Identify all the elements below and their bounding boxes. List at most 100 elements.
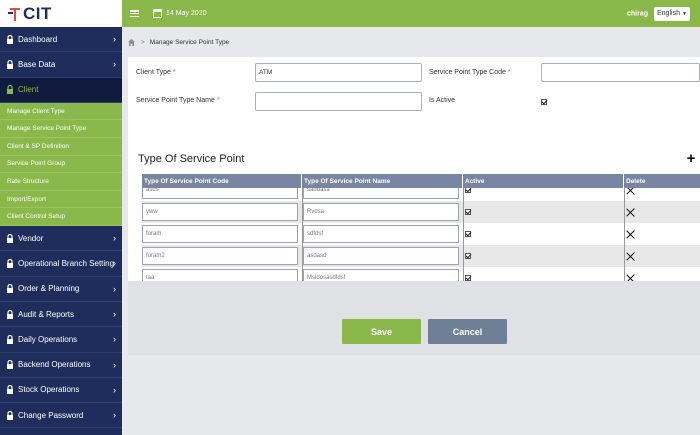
delete-icon[interactable]: [626, 230, 635, 239]
client-type-label: Client Type *: [136, 69, 176, 76]
sidebar-subitem-client-sp-definition[interactable]: Client & SP Definition: [0, 138, 122, 156]
client-type-label-text: Client Type: [136, 69, 171, 76]
sidebar-item-label: Backend Operations: [18, 360, 91, 370]
row-code-value: yww: [146, 209, 158, 215]
sp-type-code-label: Service Point Type Code *: [429, 69, 511, 76]
logo-text: CIT: [23, 3, 52, 23]
row-active-checkbox[interactable]: [465, 253, 471, 259]
home-icon[interactable]: [128, 38, 135, 46]
lock-icon: [7, 334, 13, 344]
sidebar-item-daily-operations[interactable]: Daily Operations ›: [0, 327, 122, 353]
table-row: foram sdfdsf: [142, 223, 700, 245]
lock-icon: [7, 309, 13, 319]
sidebar-item-dashboard[interactable]: Dashboard ›: [0, 27, 122, 53]
lock-icon: [7, 284, 13, 294]
sidebar-subitem-manage-client-type[interactable]: Manage Client Type: [0, 102, 122, 121]
row-name-value: asdasd: [307, 253, 327, 259]
delete-icon[interactable]: [626, 252, 635, 261]
sidebar-item-label: Stock Operations: [18, 385, 80, 395]
row-name-value: Rvdsa: [307, 209, 325, 215]
sidebar-subitem-client-control-setup[interactable]: Client Control Setup: [0, 208, 122, 227]
sidebar-subitem-manage-service-point-type[interactable]: Manage Service Point Type: [0, 120, 122, 139]
required-mark: *: [507, 69, 511, 76]
client-type-field[interactable]: ATM: [255, 63, 422, 82]
sidebar-item-stock-operations[interactable]: Stock Operations ›: [0, 378, 122, 404]
chevron-right-icon: ›: [113, 410, 116, 421]
row-code-input[interactable]: yww: [142, 203, 298, 221]
dropdown-arrow-icon: ▼: [682, 10, 687, 17]
sp-type-code-field[interactable]: [541, 63, 700, 82]
row-code-value: foram2: [146, 253, 165, 259]
sidebar-subitem-service-point-group[interactable]: Service Point Group: [0, 155, 122, 174]
breadcrumb-current: Manage Service Point Type: [149, 38, 230, 46]
row-code-value: foram: [146, 231, 162, 237]
row-name-input[interactable]: sdfdsf: [303, 225, 459, 243]
sidebar-item-vendor[interactable]: Vendor ›: [0, 226, 122, 252]
lock-icon: [7, 258, 13, 268]
sidebar-item-label: Change Password: [18, 410, 84, 420]
save-button[interactable]: Save: [342, 319, 421, 344]
sidebar-subitem-import-export[interactable]: Import/Export: [0, 190, 122, 209]
cancel-button[interactable]: Cancel: [428, 319, 507, 344]
logo-mark: CIT: [8, 4, 52, 24]
row-name-input[interactable]: saddasa: [303, 188, 459, 199]
delete-icon[interactable]: [626, 188, 635, 195]
sidebar-item-base-data[interactable]: Base Data ›: [0, 52, 122, 78]
required-mark: *: [172, 69, 176, 76]
sp-type-name-label-text: Service Point Type Name: [136, 97, 215, 104]
row-active-checkbox[interactable]: [465, 188, 471, 193]
sidebar-item-client[interactable]: Client: [0, 77, 122, 103]
lock-icon: [7, 410, 13, 420]
client-type-value: ATM: [259, 69, 273, 76]
sp-type-code-label-text: Service Point Type Code: [429, 69, 506, 76]
lock-icon: [7, 59, 13, 69]
table-row: foram2 asdasd: [142, 245, 700, 267]
language-value: English: [657, 10, 680, 17]
sidebar-subitem-rate-structure[interactable]: Rate Structure: [0, 173, 122, 191]
row-name-value: saddasa: [307, 188, 330, 193]
sidebar-item-order-planning[interactable]: Order & Planning ›: [0, 277, 122, 302]
form-card: Client Type * ATM Service Point Type Cod…: [128, 57, 700, 300]
hamburger-menu-icon[interactable]: [130, 10, 139, 17]
chevron-right-icon: ›: [113, 283, 116, 294]
table-row: asds saddasa: [142, 188, 700, 201]
is-active-label-text: Is Active: [429, 97, 456, 104]
row-active-checkbox[interactable]: [465, 231, 471, 237]
is-active-label: Is Active: [429, 97, 455, 104]
chevron-right-icon: ›: [113, 258, 116, 269]
table-row: yww Rvdsa: [142, 201, 700, 223]
current-date: 14 May 2020: [166, 10, 207, 17]
chevron-right-icon: ›: [113, 359, 116, 370]
sidebar-item-audit-reports[interactable]: Audit & Reports ›: [0, 302, 122, 328]
is-active-checkbox[interactable]: [541, 99, 547, 105]
sidebar-item-backend-operations[interactable]: Backend Operations ›: [0, 353, 122, 378]
sp-type-name-field[interactable]: [255, 92, 422, 111]
calendar-icon: [153, 9, 162, 18]
row-name-input[interactable]: Rvdsa: [303, 203, 459, 221]
sidebar-item-label: Order & Planning: [18, 284, 80, 294]
language-select[interactable]: English ▼: [654, 6, 690, 21]
row-code-input[interactable]: asds: [142, 188, 298, 199]
col-header-name: Type Of Service Point Name: [302, 174, 463, 188]
lock-icon: [7, 360, 13, 370]
sidebar-item-label: Daily Operations: [18, 334, 78, 344]
row-code-input[interactable]: foram: [142, 225, 298, 243]
chevron-right-icon: ›: [113, 59, 116, 70]
row-active-checkbox[interactable]: [465, 209, 471, 215]
breadcrumb: > Manage Service Point Type: [122, 27, 700, 57]
user-name[interactable]: chirag: [627, 10, 648, 17]
sidebar-item-operational-branch-setting[interactable]: Operational Branch Setting ›: [0, 251, 122, 277]
delete-icon[interactable]: [626, 208, 635, 217]
sp-type-name-label: Service Point Type Name *: [136, 97, 220, 104]
row-name-input[interactable]: asdasd: [303, 247, 459, 265]
sidebar: CIT Dashboard › Base Data › Client Manag…: [0, 0, 122, 435]
sidebar-item-label: Vendor: [18, 233, 44, 243]
sidebar-item-change-password[interactable]: Change Password ›: [0, 403, 122, 429]
sidebar-item-label: Client: [18, 85, 39, 95]
row-code-input[interactable]: foram2: [142, 247, 298, 265]
sidebar-item-label: Dashboard: [18, 34, 58, 44]
col-header-code: Type Of Service Point Code: [142, 174, 302, 188]
add-row-button[interactable]: +: [682, 149, 700, 167]
section-title: Type Of Service Point: [138, 153, 245, 165]
chevron-right-icon: ›: [113, 233, 116, 244]
